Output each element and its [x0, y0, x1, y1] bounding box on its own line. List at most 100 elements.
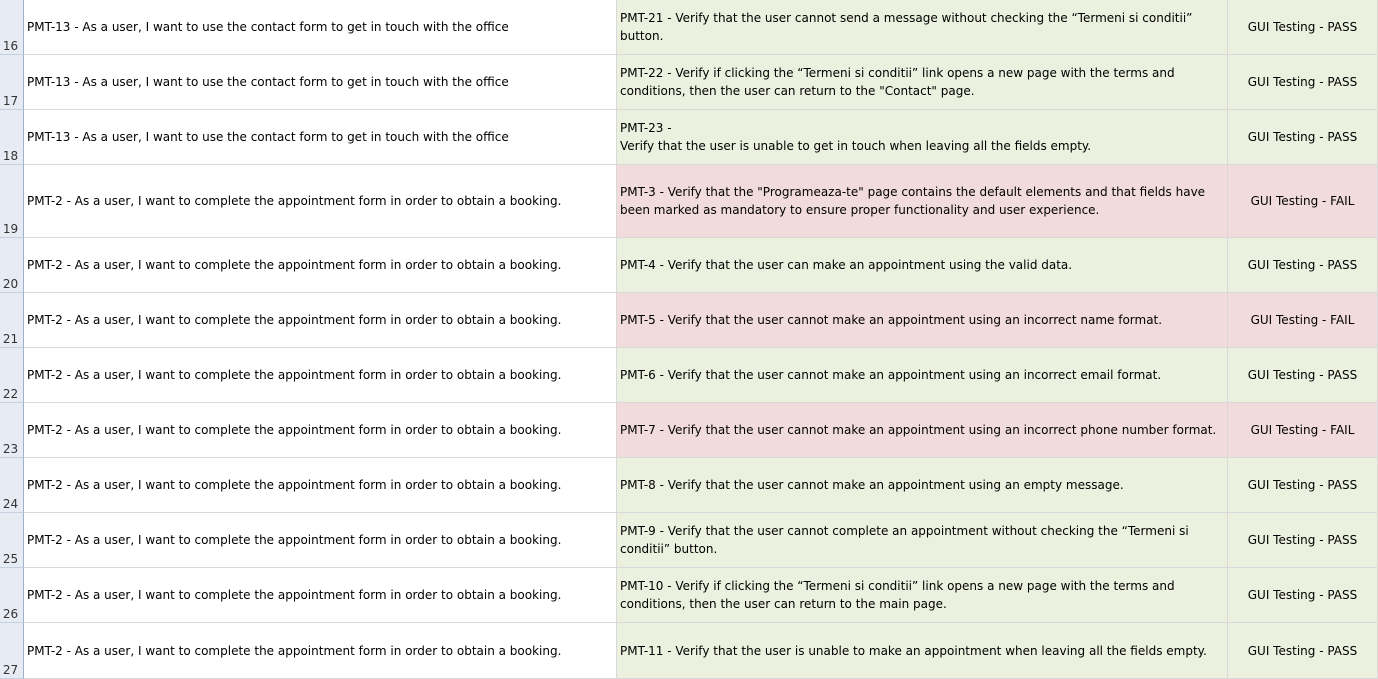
row-header[interactable]: 16 [0, 0, 24, 55]
user-story-text: PMT-2 - As a user, I want to complete th… [27, 533, 562, 547]
row-number: 18 [2, 149, 19, 163]
row-number: 26 [2, 607, 19, 621]
sheet-row: 23 PMT-2 - As a user, I want to complete… [0, 403, 1378, 458]
test-case-cell[interactable]: PMT-11 - Verify that the user is unable … [617, 623, 1228, 679]
test-case-cell[interactable]: PMT-9 - Verify that the user cannot comp… [617, 513, 1228, 568]
sheet-row: 24 PMT-2 - As a user, I want to complete… [0, 458, 1378, 513]
test-case-cell[interactable]: PMT-4 - Verify that the user can make an… [617, 238, 1228, 293]
user-story-cell[interactable]: PMT-2 - As a user, I want to complete th… [24, 568, 617, 623]
user-story-cell[interactable]: PMT-2 - As a user, I want to complete th… [24, 293, 617, 348]
test-case-cell[interactable]: PMT-23 - Verify that the user is unable … [617, 110, 1228, 165]
row-number: 21 [2, 332, 19, 346]
result-cell[interactable]: GUI Testing - PASS [1228, 110, 1378, 165]
test-case-cell[interactable]: PMT-8 - Verify that the user cannot make… [617, 458, 1228, 513]
row-number: 22 [2, 387, 19, 401]
user-story-text: PMT-13 - As a user, I want to use the co… [27, 20, 509, 34]
result-cell[interactable]: GUI Testing - FAIL [1228, 165, 1378, 238]
test-case-text: PMT-11 - Verify that the user is unable … [620, 643, 1207, 658]
test-case-text: PMT-4 - Verify that the user can make an… [620, 258, 1073, 272]
sheet-row: 26 PMT-2 - As a user, I want to complete… [0, 568, 1378, 623]
sheet-row: 22 PMT-2 - As a user, I want to complete… [0, 348, 1378, 403]
result-cell[interactable]: GUI Testing - PASS [1228, 238, 1378, 293]
user-story-cell[interactable]: PMT-2 - As a user, I want to complete th… [24, 348, 617, 403]
row-header[interactable]: 18 [0, 110, 24, 165]
user-story-text: PMT-2 - As a user, I want to complete th… [27, 643, 562, 658]
row-header[interactable]: 26 [0, 568, 24, 623]
sheet-row: 25 PMT-2 - As a user, I want to complete… [0, 513, 1378, 568]
row-number: 24 [2, 497, 19, 511]
result-text: GUI Testing - PASS [1247, 75, 1358, 89]
result-text: GUI Testing - PASS [1247, 130, 1358, 144]
row-number: 20 [2, 277, 19, 291]
result-text: GUI Testing - PASS [1247, 368, 1358, 382]
user-story-text: PMT-2 - As a user, I want to complete th… [27, 588, 562, 602]
user-story-cell[interactable]: PMT-2 - As a user, I want to complete th… [24, 238, 617, 293]
test-case-text: PMT-6 - Verify that the user cannot make… [620, 368, 1162, 382]
result-cell[interactable]: GUI Testing - FAIL [1228, 403, 1378, 458]
result-cell[interactable]: GUI Testing - PASS [1228, 55, 1378, 110]
result-text: GUI Testing - FAIL [1250, 423, 1355, 437]
result-cell[interactable]: GUI Testing - FAIL [1228, 293, 1378, 348]
test-case-cell[interactable]: PMT-3 - Verify that the "Programeaza-te"… [617, 165, 1228, 238]
user-story-text: PMT-2 - As a user, I want to complete th… [27, 194, 562, 208]
test-case-cell[interactable]: PMT-6 - Verify that the user cannot make… [617, 348, 1228, 403]
result-cell[interactable]: GUI Testing - PASS [1228, 568, 1378, 623]
result-text: GUI Testing - FAIL [1250, 313, 1355, 327]
sheet-row: 19 PMT-2 - As a user, I want to complete… [0, 165, 1378, 238]
user-story-text: PMT-2 - As a user, I want to complete th… [27, 368, 562, 382]
test-case-cell[interactable]: PMT-7 - Verify that the user cannot make… [617, 403, 1228, 458]
test-case-text: PMT-10 - Verify if clicking the “Termeni… [620, 579, 1175, 611]
result-cell[interactable]: GUI Testing - PASS [1228, 623, 1378, 679]
user-story-text: PMT-13 - As a user, I want to use the co… [27, 75, 509, 89]
user-story-cell[interactable]: PMT-13 - As a user, I want to use the co… [24, 55, 617, 110]
sheet-row: 18 PMT-13 - As a user, I want to use the… [0, 110, 1378, 165]
row-header[interactable]: 25 [0, 513, 24, 568]
sheet-row: 21 PMT-2 - As a user, I want to complete… [0, 293, 1378, 348]
test-case-cell[interactable]: PMT-21 - Verify that the user cannot sen… [617, 0, 1228, 55]
spreadsheet-grid: 16 PMT-13 - As a user, I want to use the… [0, 0, 1378, 679]
test-case-cell[interactable]: PMT-5 - Verify that the user cannot make… [617, 293, 1228, 348]
test-case-cell[interactable]: PMT-22 - Verify if clicking the “Termeni… [617, 55, 1228, 110]
result-cell[interactable]: GUI Testing - PASS [1228, 513, 1378, 568]
test-case-text: PMT-21 - Verify that the user cannot sen… [620, 11, 1193, 43]
row-header[interactable]: 22 [0, 348, 24, 403]
row-header[interactable]: 24 [0, 458, 24, 513]
row-header[interactable]: 20 [0, 238, 24, 293]
sheet-row: 27 PMT-2 - As a user, I want to complete… [0, 623, 1378, 679]
result-text: GUI Testing - PASS [1247, 20, 1358, 34]
user-story-cell[interactable]: PMT-2 - As a user, I want to complete th… [24, 458, 617, 513]
row-header[interactable]: 23 [0, 403, 24, 458]
result-text: GUI Testing - PASS [1247, 258, 1358, 272]
user-story-cell[interactable]: PMT-2 - As a user, I want to complete th… [24, 623, 617, 679]
test-case-text: PMT-23 - Verify that the user is unable … [620, 121, 1092, 153]
result-cell[interactable]: GUI Testing - PASS [1228, 348, 1378, 403]
user-story-cell[interactable]: PMT-13 - As a user, I want to use the co… [24, 110, 617, 165]
user-story-text: PMT-13 - As a user, I want to use the co… [27, 130, 509, 144]
row-number: 23 [2, 442, 19, 456]
user-story-cell[interactable]: PMT-2 - As a user, I want to complete th… [24, 165, 617, 238]
result-text: GUI Testing - PASS [1247, 533, 1358, 547]
row-header[interactable]: 21 [0, 293, 24, 348]
row-number: 19 [2, 222, 19, 236]
row-number: 25 [2, 552, 19, 566]
row-number: 27 [2, 663, 19, 677]
test-case-text: PMT-22 - Verify if clicking the “Termeni… [620, 66, 1175, 98]
result-cell[interactable]: GUI Testing - PASS [1228, 0, 1378, 55]
user-story-cell[interactable]: PMT-13 - As a user, I want to use the co… [24, 0, 617, 55]
test-case-text: PMT-7 - Verify that the user cannot make… [620, 423, 1217, 437]
user-story-cell[interactable]: PMT-2 - As a user, I want to complete th… [24, 403, 617, 458]
user-story-text: PMT-2 - As a user, I want to complete th… [27, 258, 562, 272]
user-story-cell[interactable]: PMT-2 - As a user, I want to complete th… [24, 513, 617, 568]
test-case-cell[interactable]: PMT-10 - Verify if clicking the “Termeni… [617, 568, 1228, 623]
result-text: GUI Testing - PASS [1247, 588, 1358, 602]
row-number: 16 [2, 39, 19, 53]
user-story-text: PMT-2 - As a user, I want to complete th… [27, 423, 562, 437]
row-header[interactable]: 19 [0, 165, 24, 238]
test-case-text: PMT-9 - Verify that the user cannot comp… [620, 524, 1189, 556]
row-number: 17 [2, 94, 19, 108]
sheet-row: 20 PMT-2 - As a user, I want to complete… [0, 238, 1378, 293]
row-header[interactable]: 17 [0, 55, 24, 110]
result-cell[interactable]: GUI Testing - PASS [1228, 458, 1378, 513]
row-header[interactable]: 27 [0, 623, 24, 679]
user-story-text: PMT-2 - As a user, I want to complete th… [27, 478, 562, 492]
